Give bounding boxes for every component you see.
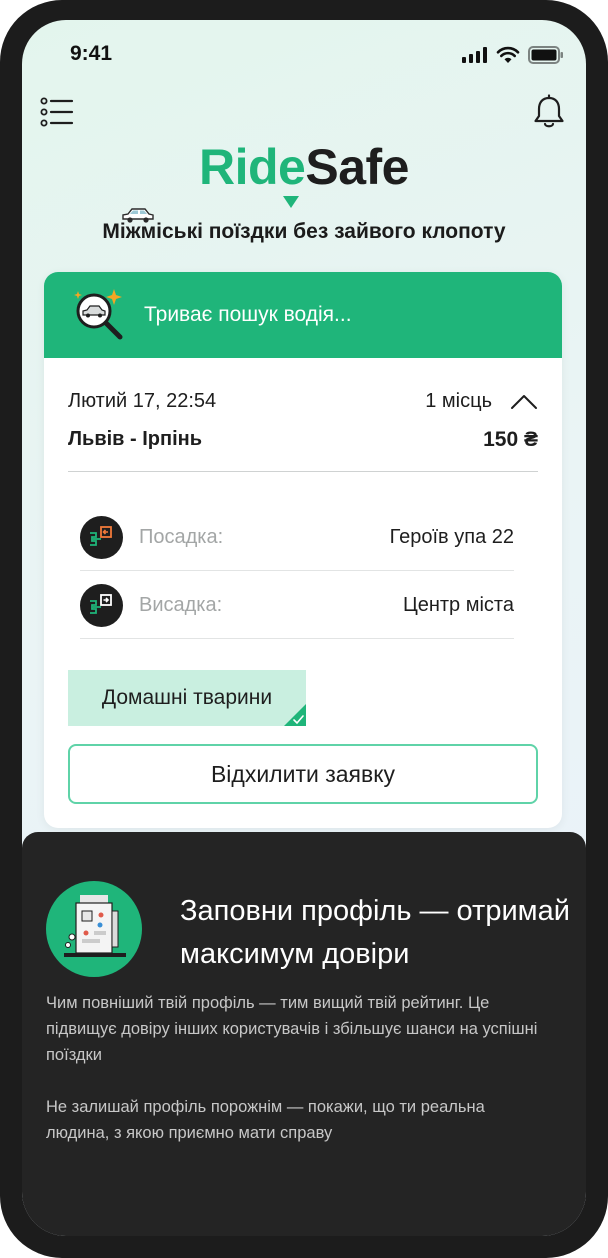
route-row: Львів - Ірпінь 150 ₴ bbox=[68, 428, 538, 452]
search-status-banner: Триває пошук водія... bbox=[44, 272, 562, 358]
dropoff-icon bbox=[80, 583, 123, 627]
pickup-row: Посадка: Героїв упа 22 bbox=[80, 503, 514, 571]
status-icons bbox=[462, 46, 564, 64]
route-text: Львів - Ірпінь bbox=[68, 428, 203, 450]
dropoff-row: Висадка: Центр міста bbox=[80, 571, 514, 639]
sheet-title: Заповни профіль — отримай максимум довір… bbox=[180, 895, 570, 970]
wifi-icon bbox=[496, 46, 520, 63]
profile-illustration-icon bbox=[46, 881, 142, 977]
decline-request-button[interactable]: Відхилити заявку bbox=[68, 744, 538, 804]
ride-request-card: Триває пошук водія... Лютий 17, 22:54 1 … bbox=[44, 272, 562, 828]
pets-tag: Домашні тварини bbox=[68, 670, 306, 726]
notifications-button[interactable] bbox=[532, 94, 566, 130]
ride-info-row: Лютий 17, 22:54 1 місць bbox=[68, 390, 538, 413]
ridesafe-logo: Rid e Safe bbox=[22, 138, 586, 208]
signal-icon bbox=[462, 47, 487, 63]
tagline: Міжміські поїздки без зайвого клопоту bbox=[102, 220, 506, 243]
dropoff-value: Центр міста bbox=[402, 593, 514, 616]
pickup-label: Посадка: bbox=[139, 525, 224, 548]
check-icon bbox=[284, 704, 306, 726]
seats-count: 1 місць bbox=[425, 390, 492, 412]
status-time: 9:41 bbox=[70, 42, 113, 65]
profile-prompt-sheet: Заповни профіль — отримай максимум довір… bbox=[22, 832, 586, 1236]
logo-e-pin: e bbox=[278, 138, 306, 208]
pin-icon bbox=[283, 196, 300, 208]
bell-icon bbox=[534, 94, 564, 128]
search-car-icon bbox=[74, 289, 123, 340]
sheet-paragraph-1: Чим повніший твій профіль — тим вищий тв… bbox=[46, 994, 538, 1064]
app-screen: 9:41 Rid e S afe Міжміські поїздки без з… bbox=[22, 20, 586, 1236]
search-status-text: Триває пошук водія... bbox=[144, 303, 352, 326]
battery-icon bbox=[528, 46, 563, 64]
dropoff-label: Висадка: bbox=[139, 593, 223, 616]
logo-afe-text: afe bbox=[338, 139, 409, 195]
row-divider bbox=[80, 638, 514, 639]
pickup-icon bbox=[80, 515, 123, 559]
menu-button[interactable] bbox=[40, 97, 74, 127]
menu-icon bbox=[40, 97, 74, 127]
logo-ride-text: Rid bbox=[199, 139, 279, 195]
chevron-up-icon[interactable] bbox=[510, 393, 538, 411]
seats-toggle[interactable]: 1 місць bbox=[425, 390, 538, 413]
price-text: 150 ₴ bbox=[483, 428, 538, 451]
sheet-paragraph-2: Не залишай профіль порожнім — покажи, що… bbox=[46, 1098, 485, 1142]
pickup-value: Героїв упа 22 bbox=[389, 525, 514, 548]
pets-tag-label: Домашні тварини bbox=[101, 686, 273, 709]
divider bbox=[68, 471, 538, 472]
phone-frame: 9:41 Rid e S afe Міжміські поїздки без з… bbox=[0, 0, 608, 1258]
logo-e-text: e bbox=[278, 139, 306, 195]
logo-s-text: S bbox=[305, 139, 339, 195]
ride-date: Лютий 17, 22:54 bbox=[68, 390, 217, 412]
